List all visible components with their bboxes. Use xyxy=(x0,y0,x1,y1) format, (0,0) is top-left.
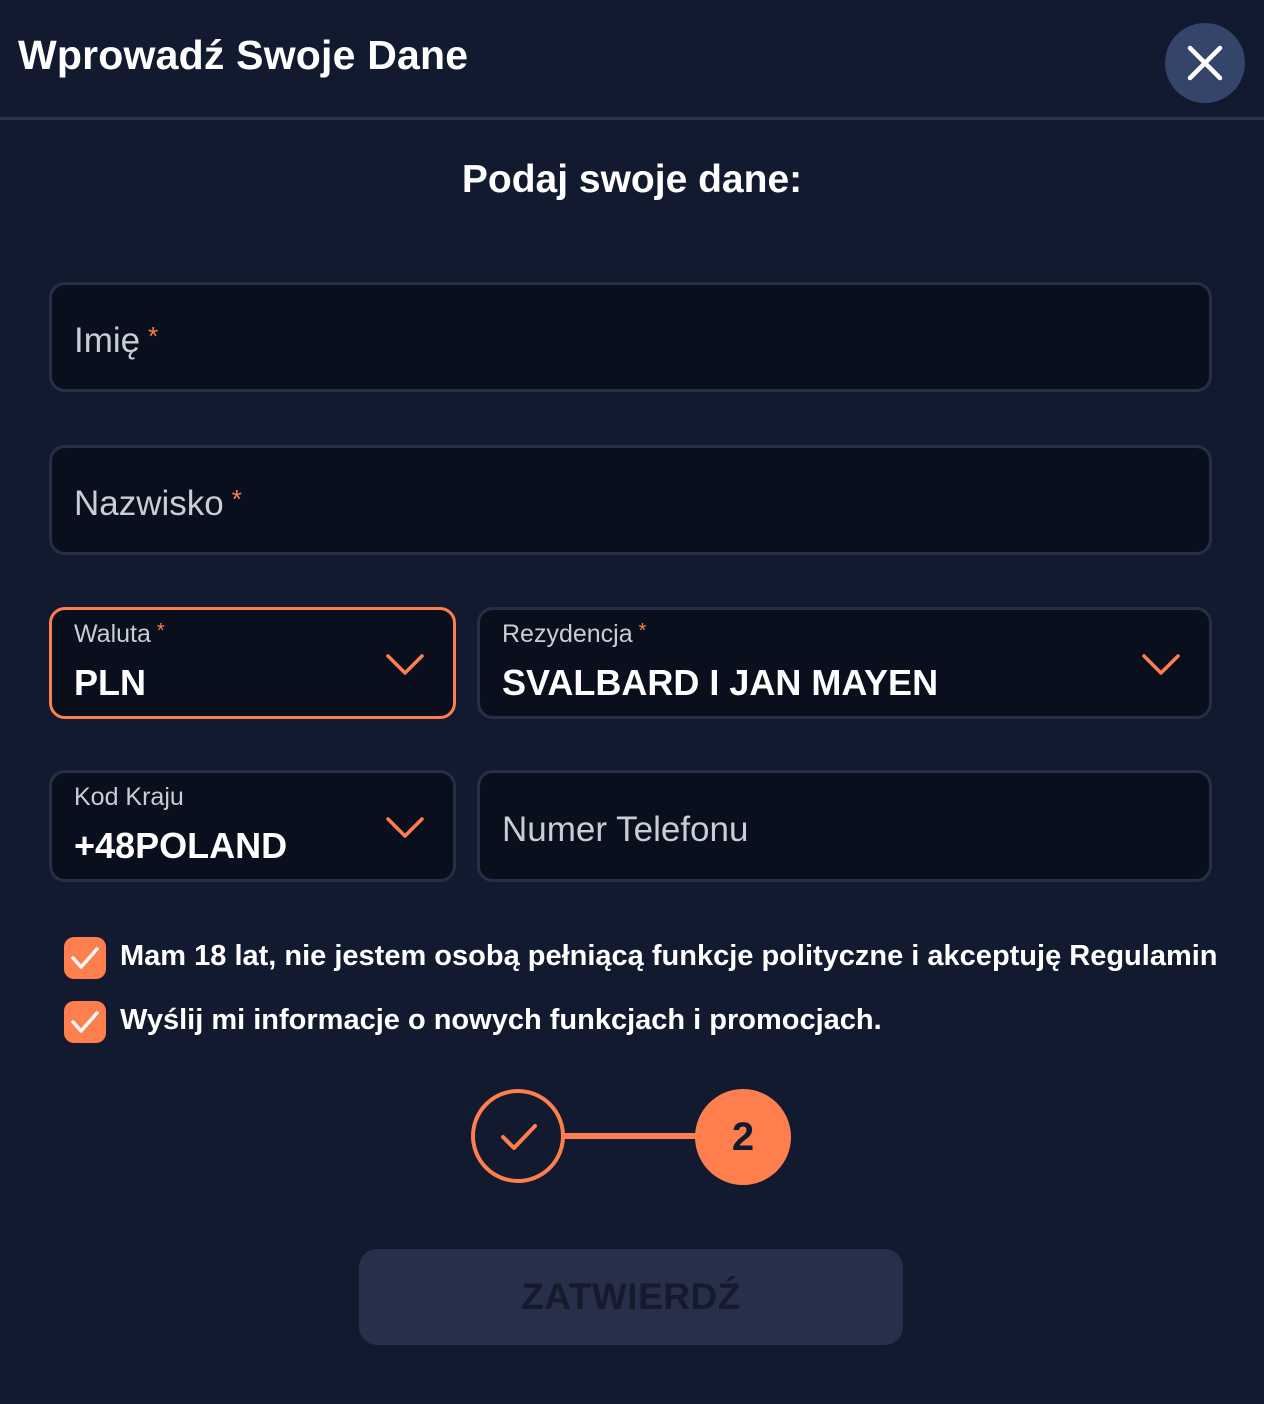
required-asterisk: * xyxy=(148,321,159,351)
last-name-placeholder: Nazwisko * xyxy=(74,484,242,524)
required-asterisk: * xyxy=(231,484,242,514)
phone-placeholder: Numer Telefonu xyxy=(502,810,749,849)
residency-select[interactable]: Rezydencja * SVALBARD I JAN MAYEN xyxy=(477,607,1212,719)
terms-checkbox-label: Mam 18 lat, nie jestem osobą pełniącą fu… xyxy=(120,940,1218,972)
close-button[interactable] xyxy=(1165,23,1245,103)
first-name-placeholder-text: Imię xyxy=(74,321,141,360)
first-name-field[interactable]: Imię * xyxy=(49,282,1212,392)
country-code-label: Kod Kraju xyxy=(74,783,184,811)
currency-value: PLN xyxy=(74,662,146,703)
chevron-down-icon xyxy=(1142,654,1180,675)
phone-number-field[interactable]: Numer Telefonu xyxy=(477,770,1212,882)
modal-title: Wprowadź Swoje Dane xyxy=(18,32,469,78)
chevron-down-icon xyxy=(386,817,424,838)
residency-value: SVALBARD I JAN MAYEN xyxy=(502,662,939,703)
step-1-completed xyxy=(471,1089,565,1183)
residency-label-text: Rezydencja xyxy=(502,620,633,648)
promo-checkbox-label: Wyślij mi informacje o nowych funkcjach … xyxy=(120,1004,882,1036)
step-2-current: 2 xyxy=(695,1089,791,1185)
submit-button[interactable]: ZATWIERDŹ xyxy=(359,1249,903,1345)
check-icon xyxy=(71,1011,99,1033)
last-name-field[interactable]: Nazwisko * xyxy=(49,445,1212,555)
currency-select[interactable]: Waluta * PLN xyxy=(49,607,456,719)
terms-checkbox[interactable] xyxy=(64,937,106,979)
first-name-placeholder: Imię * xyxy=(74,321,158,361)
chevron-down-icon xyxy=(386,654,424,675)
last-name-placeholder-text: Nazwisko xyxy=(74,484,224,523)
required-asterisk: * xyxy=(156,620,165,642)
registration-modal: Wprowadź Swoje Dane Podaj swoje dane: Im… xyxy=(0,0,1264,1404)
residency-label: Rezydencja * xyxy=(502,620,646,649)
modal-header: Wprowadź Swoje Dane xyxy=(0,0,1264,120)
country-code-value: +48POLAND xyxy=(74,825,288,866)
currency-label-text: Waluta xyxy=(74,620,151,648)
form-subtitle: Podaj swoje dane: xyxy=(461,158,803,201)
required-asterisk: * xyxy=(638,620,647,642)
currency-label: Waluta * xyxy=(74,620,165,649)
stepper-connector xyxy=(562,1133,702,1139)
close-icon xyxy=(1187,45,1223,81)
check-icon xyxy=(71,947,99,969)
promo-checkbox[interactable] xyxy=(64,1001,106,1043)
country-code-select[interactable]: Kod Kraju +48POLAND xyxy=(49,770,456,882)
check-icon xyxy=(501,1124,537,1150)
